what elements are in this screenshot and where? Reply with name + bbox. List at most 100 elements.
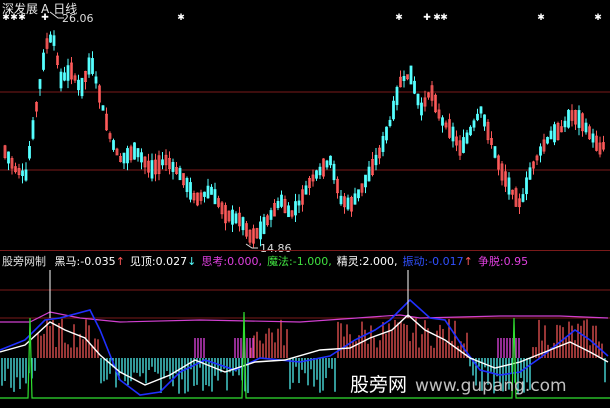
- candle-body: [367, 166, 371, 182]
- candle-body: [451, 126, 455, 142]
- candle-body: [381, 136, 385, 152]
- candle-body: [276, 201, 280, 208]
- candle-body: [441, 117, 444, 126]
- candle-body: [525, 177, 528, 195]
- candle-body: [521, 194, 525, 202]
- indicator-item-value: -1.000,: [292, 255, 332, 268]
- candle-body: [185, 177, 189, 193]
- candle-body: [112, 140, 115, 150]
- star-signal-icon: ✱: [18, 13, 26, 23]
- candle-body: [31, 120, 35, 139]
- candle-body: [171, 162, 175, 172]
- candle-body: [28, 145, 31, 159]
- candle-body: [91, 58, 94, 74]
- indicator-item-value: 0.000,: [227, 255, 263, 268]
- candle-body: [21, 170, 24, 177]
- candle-body: [287, 205, 290, 218]
- indicator-item-label: 思考:: [201, 255, 228, 268]
- candle-body: [563, 120, 567, 128]
- up-arrow-icon: ↑: [463, 255, 473, 268]
- star-signal-icon: ✱: [440, 13, 448, 23]
- indicator-name[interactable]: 股旁网制: [2, 253, 46, 269]
- candle-body: [420, 102, 423, 116]
- candle-body: [353, 193, 357, 205]
- panel-divider: [0, 250, 610, 251]
- high-price-label: 26.06: [62, 12, 94, 25]
- candle-body: [24, 169, 28, 181]
- candle-body: [150, 160, 154, 179]
- candle-body: [7, 151, 10, 164]
- indicator-item-value: 0.95: [503, 255, 529, 268]
- candle-body: [346, 197, 350, 210]
- star-signal-icon: ✱: [594, 13, 602, 23]
- indicator-item: 振动:-0.017↑: [402, 253, 472, 269]
- watermark: 股旁网 www.gupang.com: [350, 370, 567, 397]
- indicator-item-label: 争脱:: [477, 255, 504, 268]
- candle-body: [38, 79, 42, 89]
- candle-body: [392, 100, 395, 120]
- star-signal-icon: ✱: [537, 13, 545, 23]
- indicator-item-value: -0.035: [80, 255, 116, 268]
- candle-body: [178, 167, 182, 181]
- candle-body: [133, 142, 136, 160]
- candle-body: [364, 174, 367, 188]
- down-arrow-icon: ↓: [187, 255, 197, 268]
- candle-body: [385, 126, 388, 141]
- candlestick-chart[interactable]: ✱ ✱ ✱ ✚ ✱ ✱ ✚ ✱ ✱ ✱ ✱: [0, 0, 610, 408]
- candle-body: [213, 189, 217, 205]
- candle-body: [528, 167, 532, 180]
- indicator-item: 争脱:0.95: [478, 253, 528, 269]
- candle-body: [507, 177, 511, 195]
- cross-signal-icon: ✚: [423, 13, 431, 23]
- candle-body: [206, 185, 210, 199]
- candle-body: [553, 124, 556, 143]
- candle-body: [472, 120, 476, 128]
- candle-body: [493, 146, 497, 158]
- candle-body: [465, 132, 469, 144]
- candle-body: [203, 191, 206, 197]
- candle-body: [539, 146, 542, 156]
- candle-body: [269, 210, 273, 220]
- candle-body: [577, 110, 581, 128]
- candle-body: [126, 148, 129, 164]
- star-signal-icon: ✱: [395, 13, 403, 23]
- candle-body: [259, 221, 262, 240]
- candle-body: [189, 182, 192, 200]
- candle-body: [591, 133, 595, 143]
- candle-body: [409, 65, 413, 85]
- candle-body: [339, 195, 343, 205]
- indicator-item-value: 2.000,: [362, 255, 398, 268]
- candle-body: [357, 189, 360, 199]
- candle-body: [77, 79, 80, 91]
- indicator-item-label: 黑马:: [54, 255, 81, 268]
- candle-body: [136, 148, 140, 158]
- cross-signal-icon: ✚: [41, 13, 49, 23]
- indicator-item: 思考:0.000,: [201, 253, 262, 269]
- candle-body: [546, 136, 549, 144]
- candle-body: [140, 152, 143, 163]
- watermark-url: www.gupang.com: [415, 376, 567, 396]
- candle-body: [280, 194, 283, 207]
- indicator-item-label: 见顶:: [129, 255, 156, 268]
- indicator-item: 魔法:-1.000,: [267, 253, 332, 269]
- candle-body: [262, 217, 266, 234]
- candle-body: [567, 109, 570, 128]
- candle-body: [304, 185, 308, 195]
- candle-body: [63, 72, 66, 81]
- candle-body: [332, 163, 336, 181]
- candle-body: [49, 34, 52, 43]
- candle-body: [395, 86, 399, 106]
- candle-body: [402, 76, 406, 81]
- indicator-item-value: -0.017: [428, 255, 464, 268]
- candle-body: [231, 209, 234, 225]
- candle-body: [549, 130, 553, 140]
- candle-body: [476, 113, 479, 121]
- candle-body: [80, 77, 84, 97]
- candle-body: [329, 155, 332, 166]
- indicator-item: 精灵:2.000,: [337, 253, 398, 269]
- star-signal-icon: ✱: [2, 13, 10, 23]
- candle-body: [294, 201, 297, 216]
- candle-body: [210, 186, 213, 195]
- candle-body: [52, 35, 56, 46]
- candle-body: [161, 159, 164, 166]
